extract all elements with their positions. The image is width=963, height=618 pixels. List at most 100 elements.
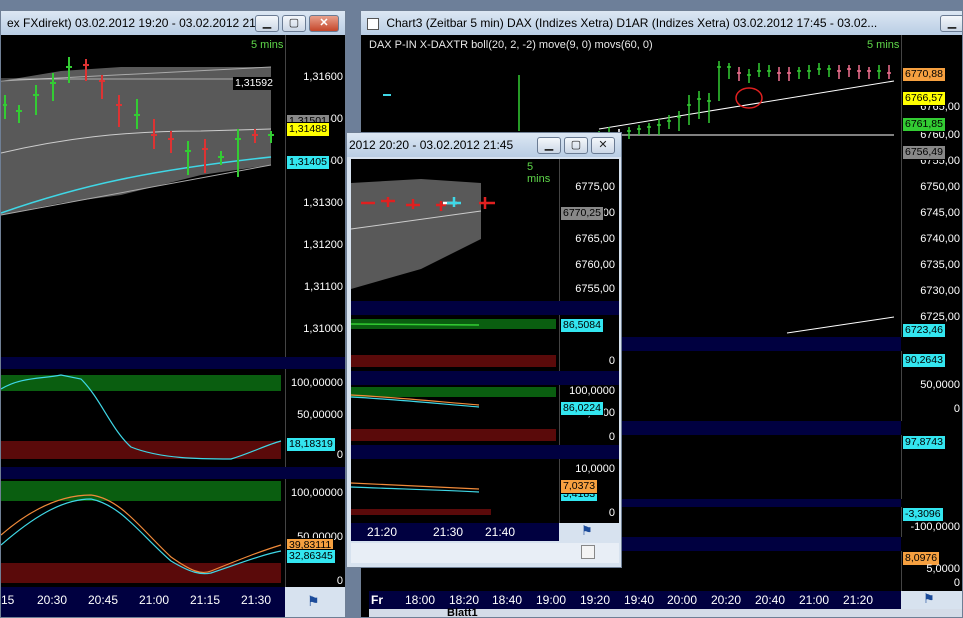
middle-osc3-value-tag-a: 7,0373 <box>560 479 599 494</box>
middle-osc2-panel[interactable] <box>350 385 559 445</box>
time-tick: 21:15 <box>190 593 221 607</box>
middle-window-title: 2012 20:20 - 03.02.2012 21:45 <box>349 138 514 152</box>
minimize-button[interactable]: ▁ <box>940 15 962 32</box>
osc-tick: 50,0000 <box>920 379 960 391</box>
osc-tick: 0 <box>608 431 615 443</box>
middle-osc2-value-tag: 86,0224 <box>560 401 604 416</box>
middle-osc2-axis[interactable]: 100,0000 50,0000 0 86,0224 <box>559 385 619 445</box>
osc-tick: 0 <box>608 507 615 519</box>
price-tag-2: 6766,57 <box>902 91 946 106</box>
osc-tick: 0 <box>953 577 960 589</box>
price-tick: 6730,00 <box>920 285 960 297</box>
time-tick: 21:30 <box>241 593 272 607</box>
osc-tick: 0 <box>953 403 960 415</box>
price-tick: 6740,00 <box>920 233 960 245</box>
middle-osc1-value-tag: 86,5084 <box>560 318 604 333</box>
time-tick: 21:20 <box>367 525 398 539</box>
middle-osc1-panel[interactable] <box>350 315 559 371</box>
osc-tick: 100,00000 <box>291 377 343 389</box>
left-osc2-plot <box>1 481 282 583</box>
time-tick: 20:20 <box>711 593 742 607</box>
panel-separator <box>351 301 619 315</box>
osc3-value-tag: -3,3096 <box>902 507 944 522</box>
price-tick: 6775,00 <box>575 181 615 193</box>
time-tick: 20:45 <box>88 593 119 607</box>
pin-icon[interactable]: ⚑ <box>307 593 320 610</box>
left-price-axis[interactable]: 1,31600 1,31500 1,31400 1,31300 1,31200 … <box>285 35 345 357</box>
middle-price-panel[interactable]: 5 mins <box>350 159 559 301</box>
osc1-value-tag: 18,18319 <box>286 437 336 452</box>
sheet-tab-bar[interactable]: Blatt1 <box>369 607 962 617</box>
maximize-button[interactable]: ▢ <box>564 137 588 154</box>
price-tick: 6745,00 <box>920 207 960 219</box>
left-price-panel[interactable]: 5 mins 1,31592 <box>1 35 285 357</box>
scrollbar-thumb[interactable] <box>581 545 595 559</box>
time-tick: 21:30 <box>433 525 464 539</box>
cyan-price-tag: 1,31405 <box>286 155 330 170</box>
osc-tick: 100,0000 <box>569 385 615 397</box>
right-timeframe-label: 5 mins <box>867 39 900 51</box>
right-osc2-axis[interactable]: 97,8743 <box>901 435 962 499</box>
middle-osc3-panel[interactable] <box>350 459 559 523</box>
right-corner: ⚑ <box>901 591 962 609</box>
left-window-titlebar[interactable]: ex FXdirekt) 03.02.2012 19:20 - 03.02.20… <box>1 11 345 35</box>
left-osc1-axis[interactable]: 100,00000 50,00000 0 18,18319 <box>285 369 345 467</box>
middle-osc1-plot <box>350 319 556 367</box>
left-window-title: ex FXdirekt) 03.02.2012 19:20 - 03.02.20… <box>7 16 273 30</box>
right-osc1-axis[interactable]: 90,2643 50,0000 0 <box>901 351 962 421</box>
middle-window-titlebar[interactable]: 2012 20:20 - 03.02.2012 21:45 ▁ ▢ ✕ <box>347 133 621 157</box>
time-tick: 20:30 <box>37 593 68 607</box>
price-tick: 6755,00 <box>575 283 615 295</box>
price-tick: 6765,00 <box>575 233 615 245</box>
left-osc1-panel[interactable] <box>1 369 285 467</box>
price-tag-4: 6756,49 <box>902 145 946 160</box>
left-chart-window[interactable]: ex FXdirekt) 03.02.2012 19:20 - 03.02.20… <box>0 10 346 618</box>
right-osc3-axis[interactable]: -3,3096 -100,0000 <box>901 507 962 537</box>
pin-icon[interactable]: ⚑ <box>581 523 593 539</box>
price-tick: 1,31300 <box>303 197 343 209</box>
price-tick: 6750,00 <box>920 181 960 193</box>
close-button[interactable]: ✕ <box>591 137 615 154</box>
osc-tick: -100,0000 <box>910 521 960 533</box>
middle-osc1-axis[interactable]: 86,5084 0 <box>559 315 619 371</box>
sheet-tab[interactable]: Blatt1 <box>447 607 478 617</box>
price-tick: 1,31100 <box>304 281 343 293</box>
right-window-titlebar[interactable]: Chart3 (Zeitbar 5 min) DAX (Indizes Xetr… <box>361 11 962 35</box>
price-tick: 1,31200 <box>303 239 343 251</box>
time-tick: 19:40 <box>624 593 655 607</box>
maximize-button[interactable]: ▢ <box>282 15 306 32</box>
time-tick: 21:00 <box>799 593 830 607</box>
middle-chart-window[interactable]: 2012 20:20 - 03.02.2012 21:45 ▁ ▢ ✕ 5 mi… <box>346 132 622 568</box>
right-osc4-axis[interactable]: 8,0976 5,0000 0 <box>901 551 962 591</box>
panel-separator <box>351 445 619 459</box>
time-tick: 19:00 <box>536 593 567 607</box>
left-time-axis[interactable]: 15 20:30 20:45 21:00 21:15 21:30 <box>1 587 285 617</box>
minimize-button[interactable]: ▁ <box>255 15 279 32</box>
close-button[interactable]: ✕ <box>309 15 339 32</box>
left-corner: ⚑ <box>285 587 345 617</box>
left-osc2-panel[interactable] <box>1 479 285 587</box>
time-tick: 21:00 <box>139 593 170 607</box>
middle-timeframe-label: 5 mins <box>527 161 551 185</box>
indicator-legend: DAX P-IN X-DAXTR boll(20, 2, -2) move(9,… <box>369 39 653 51</box>
middle-time-axis[interactable]: 21:20 21:30 21:40 <box>351 523 559 541</box>
time-tick: 20:00 <box>667 593 698 607</box>
osc-tick: 10,0000 <box>575 463 615 475</box>
left-osc2-axis[interactable]: 100,00000 50,00000 0 39,83111 32,86345 <box>285 479 345 587</box>
right-price-axis[interactable]: 6765,00 6760,00 6755,00 6750,00 6745,00 … <box>901 35 962 338</box>
left-osc1-plot <box>1 374 282 460</box>
pin-icon[interactable]: ⚑ <box>923 591 935 607</box>
left-timeframe-label: 5 mins <box>251 39 284 51</box>
middle-price-tag: 6770,25 <box>560 206 604 221</box>
middle-osc3-axis[interactable]: 10,0000 5,4183 7,0373 0 <box>559 459 619 523</box>
price-tick: 6735,00 <box>920 259 960 271</box>
minimize-button[interactable]: ▁ <box>537 137 561 154</box>
time-tick: 21:20 <box>843 593 874 607</box>
horizontal-scrollbar[interactable] <box>351 543 619 563</box>
osc1-value-tag: 90,2643 <box>902 353 946 368</box>
osc2-value-tag: 97,8743 <box>902 435 946 450</box>
middle-price-axis[interactable]: 6775,00 6770,00 6765,00 6760,00 6755,00 … <box>559 159 619 301</box>
osc-tick: 50,00000 <box>297 409 343 421</box>
price-tag-1: 6770,88 <box>902 67 946 82</box>
middle-osc2-plot <box>350 387 556 441</box>
